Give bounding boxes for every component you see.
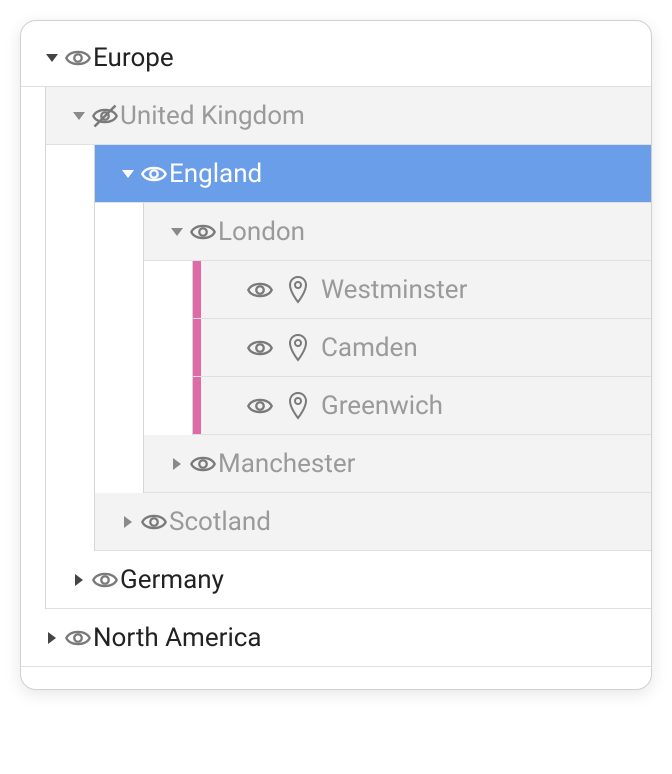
tree-row-england[interactable]: England [95, 145, 651, 203]
tree-panel: Europe United Kingdom England [20, 20, 652, 690]
chevron-down-icon[interactable] [41, 47, 63, 69]
tree-label: Europe [93, 43, 174, 73]
chevron-right-icon[interactable] [117, 511, 139, 533]
tree-label: Camden [321, 333, 418, 363]
chevron-down-icon[interactable] [117, 163, 139, 185]
eye-icon[interactable] [139, 507, 169, 537]
tree-label: Westminster [321, 275, 467, 305]
tree-row-camden[interactable]: Camden [193, 319, 651, 377]
eye-icon[interactable] [139, 159, 169, 189]
status-stripe [193, 377, 201, 434]
location-pin-icon [285, 391, 311, 421]
tree-row-europe[interactable]: Europe [21, 29, 651, 87]
tree-label: Scotland [169, 507, 271, 537]
status-stripe [193, 319, 201, 376]
eye-icon[interactable] [90, 565, 120, 595]
eye-icon[interactable] [63, 623, 93, 653]
eye-icon[interactable] [245, 333, 275, 363]
tree-label: Germany [120, 565, 224, 595]
chevron-down-icon[interactable] [68, 105, 90, 127]
tree-row-germany[interactable]: Germany [46, 551, 651, 609]
chevron-down-icon[interactable] [166, 221, 188, 243]
tree-label: England [169, 159, 262, 189]
tree-row-north-america[interactable]: North America [21, 609, 651, 667]
tree-row-london[interactable]: London [144, 203, 651, 261]
tree-row-uk[interactable]: United Kingdom [46, 87, 651, 145]
chevron-right-icon[interactable] [68, 569, 90, 591]
tree-label: United Kingdom [120, 101, 305, 131]
location-pin-icon [285, 275, 311, 305]
eye-off-icon[interactable] [90, 101, 120, 131]
tree-label: North America [93, 623, 262, 653]
tree-row-greenwich[interactable]: Greenwich [193, 377, 651, 435]
chevron-right-icon[interactable] [41, 627, 63, 649]
eye-icon[interactable] [188, 217, 218, 247]
eye-icon[interactable] [245, 391, 275, 421]
eye-icon[interactable] [188, 449, 218, 479]
tree-row-scotland[interactable]: Scotland [95, 493, 651, 551]
tree-label: London [218, 217, 305, 247]
status-stripe [193, 261, 201, 318]
tree-row-manchester[interactable]: Manchester [144, 435, 651, 493]
chevron-right-icon[interactable] [166, 453, 188, 475]
eye-icon[interactable] [63, 43, 93, 73]
tree-row-westminster[interactable]: Westminster [193, 261, 651, 319]
tree-label: Greenwich [321, 391, 443, 421]
location-pin-icon [285, 333, 311, 363]
tree-label: Manchester [218, 449, 355, 479]
eye-icon[interactable] [245, 275, 275, 305]
